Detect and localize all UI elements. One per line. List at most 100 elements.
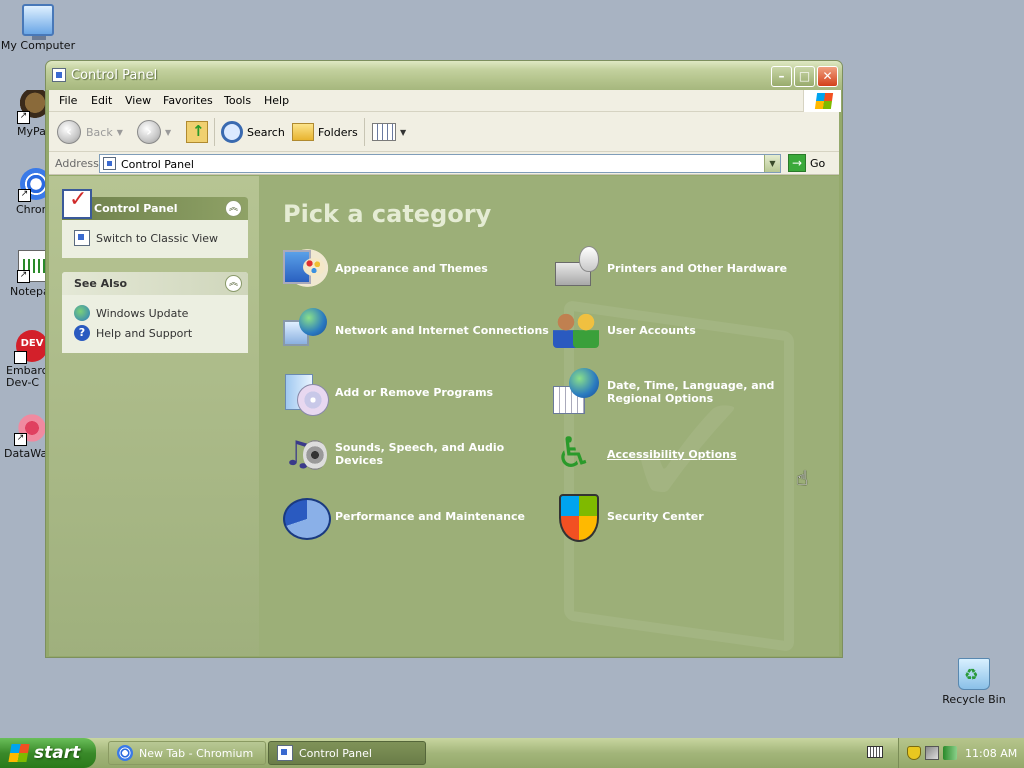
category-view: Pick a category Appearance and Themes Pr…: [259, 176, 839, 656]
minimize-button[interactable]: –: [771, 66, 792, 87]
menu-view[interactable]: View: [125, 94, 151, 107]
my-computer-icon: [22, 4, 54, 40]
control-panel-icon: [103, 157, 116, 170]
control-panel-icon: [277, 745, 293, 761]
clock[interactable]: 11:08 AM: [965, 747, 1017, 760]
title-bar[interactable]: Control Panel – □ ✕: [46, 61, 842, 90]
windows-update-icon: [74, 305, 90, 321]
control-panel-pane-header[interactable]: Control Panel ︽: [62, 187, 248, 220]
category-sounds-speech-audio[interactable]: Sounds, Speech, and Audio Devices: [281, 430, 555, 478]
taskbar-button-control-panel[interactable]: Control Panel: [268, 741, 426, 765]
task-label: Control Panel: [299, 746, 372, 760]
category-add-remove-programs[interactable]: Add or Remove Programs: [281, 368, 493, 416]
back-arrow-icon: ‹: [57, 120, 81, 144]
recycle-bin-icon: [958, 658, 990, 690]
folders-icon: [292, 123, 314, 141]
desktop-icon-label: Recycle Bin: [942, 693, 1006, 706]
category-label: Accessibility Options: [607, 447, 737, 461]
back-label: Back: [86, 125, 113, 139]
windows-logo: [803, 90, 841, 112]
go-label: Go: [810, 156, 826, 170]
menu-bar: File Edit View Favorites Tools Help: [49, 90, 841, 112]
desktop-icon-recycle-bin[interactable]: Recycle Bin: [934, 658, 1014, 706]
see-also-pane-header[interactable]: See Also ︽: [62, 272, 248, 295]
up-button[interactable]: [186, 120, 208, 144]
menu-tools[interactable]: Tools: [224, 94, 251, 107]
search-label: Search: [247, 125, 285, 139]
category-performance-maintenance[interactable]: Performance and Maintenance: [281, 492, 525, 540]
address-label: Address: [55, 157, 99, 170]
link-label: Windows Update: [96, 306, 189, 320]
keyboard-icon[interactable]: [867, 746, 883, 758]
collapse-chevron-icon[interactable]: ︽: [225, 200, 242, 217]
help-icon: ?: [74, 325, 90, 341]
category-label: Security Center: [607, 509, 704, 523]
menu-help[interactable]: Help: [264, 94, 289, 107]
category-label: Performance and Maintenance: [335, 509, 525, 523]
windows-flag-icon: [8, 744, 30, 762]
network-icon: [281, 306, 329, 354]
folders-label: Folders: [318, 125, 358, 139]
close-button[interactable]: ✕: [817, 66, 838, 87]
category-label: Sounds, Speech, and Audio Devices: [335, 441, 505, 467]
datawag-icon: [14, 412, 48, 446]
system-tray: 11:08 AM: [898, 738, 1024, 768]
start-label: start: [34, 743, 81, 763]
address-input[interactable]: Control Panel ▼: [99, 154, 781, 173]
category-user-accounts[interactable]: User Accounts: [553, 306, 696, 354]
category-date-time-language[interactable]: Date, Time, Language, and Regional Optio…: [553, 368, 827, 416]
address-value: Control Panel: [121, 158, 194, 171]
menu-edit[interactable]: Edit: [91, 94, 112, 107]
printer-icon: [553, 244, 601, 292]
close-icon: ✕: [822, 69, 833, 83]
back-dropdown-icon: ▼: [116, 127, 123, 137]
network-icon[interactable]: [925, 746, 939, 760]
pane-title: See Also: [74, 277, 128, 290]
folder-up-icon: [186, 121, 208, 143]
views-button[interactable]: ▼: [372, 120, 406, 144]
windows-update-link[interactable]: Windows Update: [74, 303, 238, 323]
category-accessibility-options[interactable]: Accessibility Options: [553, 428, 737, 478]
desktop-icon-my-computer[interactable]: My Computer: [0, 4, 78, 52]
volume-icon[interactable]: [943, 746, 957, 760]
forward-arrow-icon: ›: [137, 120, 161, 144]
performance-icon: [281, 492, 331, 540]
minimize-icon: –: [778, 69, 785, 83]
pane-title: Control Panel: [94, 202, 178, 215]
add-remove-programs-icon: [281, 368, 329, 416]
task-label: New Tab - Chromium: [139, 746, 254, 760]
address-dropdown-button[interactable]: ▼: [764, 155, 780, 172]
forward-button[interactable]: › ▼: [137, 120, 171, 144]
taskbar-button-chromium[interactable]: New Tab - Chromium: [108, 741, 266, 765]
start-button[interactable]: start: [0, 738, 96, 768]
help-and-support-link[interactable]: ? Help and Support: [74, 323, 238, 343]
control-panel-pane: Control Panel ︽ Switch to Classic View: [62, 187, 248, 258]
go-button[interactable]: → Go: [788, 154, 825, 172]
page-title: Pick a category: [283, 200, 492, 228]
dev-cpp-icon: DEV: [14, 330, 48, 364]
category-security-center[interactable]: Security Center: [553, 492, 704, 542]
accessibility-icon: [553, 428, 601, 478]
windows-flag-icon: [814, 93, 834, 109]
user-accounts-icon: [553, 306, 601, 354]
switch-to-classic-view-link[interactable]: Switch to Classic View: [74, 228, 238, 248]
desktop-icon-label: My Computer: [0, 39, 76, 52]
search-button[interactable]: Search: [221, 120, 285, 144]
category-network-internet[interactable]: Network and Internet Connections: [281, 306, 549, 354]
control-panel-window: Control Panel – □ ✕ File Edit View Favor…: [45, 60, 843, 658]
menu-favorites[interactable]: Favorites: [163, 94, 213, 107]
category-label: Date, Time, Language, and Regional Optio…: [607, 379, 775, 405]
toolbar-separator: [214, 118, 215, 146]
toolbar-separator: [364, 118, 365, 146]
views-icon: [372, 123, 396, 141]
back-button[interactable]: ‹ Back ▼: [57, 120, 123, 144]
menu-file[interactable]: File: [59, 94, 77, 107]
security-alert-icon[interactable]: [907, 746, 921, 760]
category-appearance-themes[interactable]: Appearance and Themes: [281, 244, 488, 292]
forward-dropdown-icon: ▼: [165, 127, 172, 137]
collapse-chevron-icon[interactable]: ︽: [225, 275, 242, 292]
maximize-button[interactable]: □: [794, 66, 815, 87]
folders-button[interactable]: Folders: [292, 120, 358, 144]
category-printers-hardware[interactable]: Printers and Other Hardware: [553, 244, 787, 292]
window-title: Control Panel: [71, 68, 158, 83]
